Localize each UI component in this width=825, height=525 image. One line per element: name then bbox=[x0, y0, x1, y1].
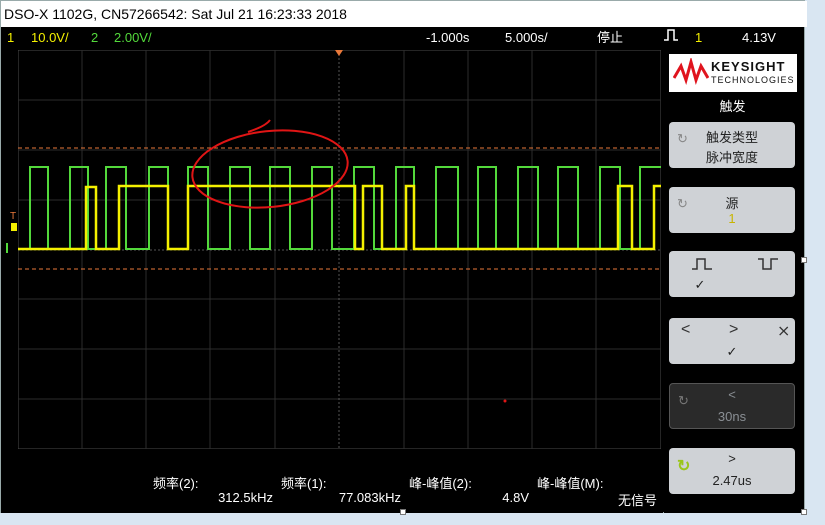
window-title: DSO-X 1102G, CN57266542: Sat Jul 21 16:2… bbox=[1, 1, 807, 27]
brand-subtitle: TECHNOLOGIES bbox=[711, 75, 795, 85]
measurement-1-value: 312.5kHz bbox=[218, 490, 273, 505]
greater-than-icon: > bbox=[729, 321, 739, 338]
trigger-channel[interactable]: 1 bbox=[695, 28, 702, 48]
measurement-4-value: 无信号 bbox=[617, 493, 657, 508]
run-state[interactable]: 停止 bbox=[597, 28, 623, 48]
greater-than-time-softkey[interactable]: ↻ > 2.47us bbox=[669, 448, 795, 494]
polarity-selected-check-icon: ✓ bbox=[694, 277, 706, 292]
source-value: 1 bbox=[728, 211, 736, 226]
less-than-time-softkey[interactable]: ↻ < 30ns bbox=[669, 383, 795, 429]
polarity-softkey[interactable]: ✓ bbox=[669, 251, 795, 297]
softkey-panel: KEYSIGHT TECHNOLOGIES 触发 ↻ 触发类型 脉冲宽度 ↻ 源… bbox=[664, 50, 801, 513]
trigger-edge-icon bbox=[663, 28, 679, 48]
measurement-bar: 频率(2): 312.5kHz 频率(1): 77.083kHz 峰-峰值(2)… bbox=[1, 471, 663, 513]
trigger-type-softkey[interactable]: ↻ 触发类型 脉冲宽度 bbox=[669, 122, 795, 168]
qualifier-selected-check-icon: ✓ bbox=[726, 344, 738, 359]
timebase-value[interactable]: 5.000s/ bbox=[505, 28, 548, 48]
resize-handle-corner[interactable] bbox=[801, 509, 807, 515]
source-softkey[interactable]: ↻ 源 1 bbox=[669, 187, 795, 233]
qualifier-softkey[interactable]: < > ⨯ ✓ bbox=[669, 318, 795, 364]
falling-pulse-icon bbox=[758, 258, 778, 270]
brand-name: KEYSIGHT bbox=[711, 59, 786, 74]
delay-value[interactable]: -1.000s bbox=[426, 28, 469, 48]
waveform-display[interactable] bbox=[18, 50, 661, 449]
scope-window: DSO-X 1102G, CN57266542: Sat Jul 21 16:2… bbox=[0, 0, 807, 513]
ch2-number[interactable]: 2 bbox=[91, 28, 98, 48]
trigger-level-marker-icon: T bbox=[10, 211, 17, 222]
resize-handle-bottom[interactable] bbox=[400, 509, 406, 515]
less-than-icon: < bbox=[681, 321, 691, 338]
menu-title: 触发 bbox=[719, 99, 746, 114]
resize-handle-right[interactable] bbox=[801, 257, 807, 263]
trigger-type-label: 触发类型 bbox=[705, 130, 758, 145]
greater-than-label: > bbox=[728, 451, 736, 466]
trigger-type-value: 脉冲宽度 bbox=[705, 150, 758, 165]
source-label: 源 bbox=[725, 196, 739, 211]
keysight-logo-icon bbox=[673, 58, 709, 85]
keysight-logo: KEYSIGHT TECHNOLOGIES bbox=[669, 54, 797, 92]
measurement-3-value: 4.8V bbox=[502, 490, 529, 505]
greater-than-value: 2.47us bbox=[712, 473, 752, 488]
measurement-2-value: 77.083kHz bbox=[338, 490, 401, 505]
less-than-label: < bbox=[728, 387, 736, 402]
ch1-number[interactable]: 1 bbox=[7, 28, 14, 48]
outside-range-icon: ⨯ bbox=[777, 323, 791, 340]
trigger-level[interactable]: 4.13V bbox=[742, 28, 776, 48]
ch1-ground-marker-icon bbox=[11, 223, 17, 231]
status-bar: 1 10.0V/ 2 2.00V/ -1.000s 5.000s/ 停止 1 4… bbox=[1, 28, 804, 48]
rising-pulse-icon bbox=[692, 258, 712, 270]
ch2-scale[interactable]: 2.00V/ bbox=[114, 28, 152, 48]
ch1-scale[interactable]: 10.0V/ bbox=[31, 28, 69, 48]
ch2-ground-marker-icon bbox=[6, 243, 16, 253]
less-than-value: 30ns bbox=[717, 409, 747, 424]
